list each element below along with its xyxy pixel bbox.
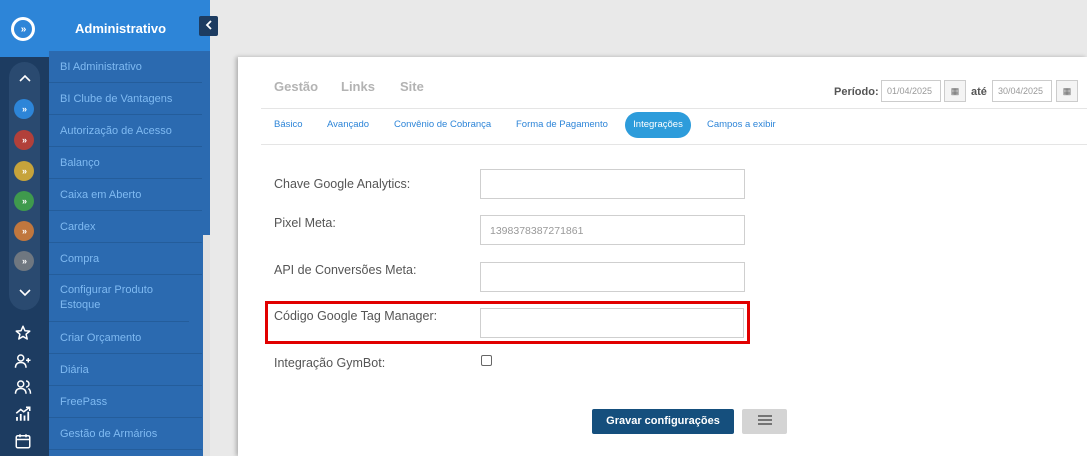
calendar-from-icon[interactable]: ▦ bbox=[944, 80, 966, 102]
menu-scroll-thumb[interactable] bbox=[203, 235, 210, 456]
pixel-input[interactable]: 1398378387271861 bbox=[480, 215, 745, 245]
divider bbox=[261, 108, 1087, 109]
ate-label: até bbox=[971, 86, 987, 98]
module-blue-icon[interactable]: » bbox=[14, 99, 34, 119]
date-to-input[interactable]: 30/04/2025 bbox=[992, 80, 1052, 102]
menu-item-configurar-produto[interactable]: Configurar Produto Estoque bbox=[49, 275, 189, 322]
add-user-icon[interactable] bbox=[14, 352, 34, 372]
rail-header: » bbox=[0, 0, 49, 57]
menu-title: Administrativo bbox=[75, 21, 167, 36]
menu-list: BI Administrativo BI Clube de Vantagens … bbox=[49, 51, 202, 450]
tab-site[interactable]: Site bbox=[400, 79, 424, 94]
menu-item-bi-clube[interactable]: BI Clube de Vantagens bbox=[49, 83, 202, 115]
menu-header: Administrativo bbox=[49, 0, 210, 51]
calendar-icon[interactable] bbox=[14, 432, 34, 452]
side-menu: Administrativo BI Administrativo BI Club… bbox=[49, 0, 210, 456]
menu-item-balanco[interactable]: Balanço bbox=[49, 147, 202, 179]
module-yellow-icon[interactable]: » bbox=[14, 161, 34, 181]
gtm-label: Código Google Tag Manager: bbox=[274, 309, 438, 323]
subtab-basico[interactable]: Básico bbox=[274, 119, 303, 130]
conversoes-input[interactable] bbox=[480, 262, 745, 292]
gtm-input[interactable] bbox=[480, 308, 744, 338]
menu-item-caixa[interactable]: Caixa em Aberto bbox=[49, 179, 202, 211]
module-red-icon[interactable]: » bbox=[14, 130, 34, 150]
menu-item-freepass[interactable]: FreePass bbox=[49, 386, 202, 418]
module-orange-icon[interactable]: » bbox=[14, 221, 34, 241]
app-logo[interactable]: » bbox=[11, 17, 35, 41]
periodo-label: Período: bbox=[834, 86, 879, 98]
divider bbox=[261, 144, 1087, 145]
tab-gestao[interactable]: Gestão bbox=[274, 79, 318, 94]
date-from-input[interactable]: 01/04/2025 bbox=[881, 80, 941, 102]
users-icon[interactable] bbox=[14, 378, 34, 398]
list-icon bbox=[757, 415, 772, 425]
subtab-avancado[interactable]: Avançado bbox=[327, 119, 369, 130]
gymbot-checkbox[interactable] bbox=[481, 355, 492, 366]
tab-links[interactable]: Links bbox=[341, 79, 375, 94]
subtab-campos[interactable]: Campos a exibir bbox=[707, 119, 776, 130]
module-gray-icon[interactable]: » bbox=[14, 251, 34, 271]
subtab-convenio[interactable]: Convênio de Cobrança bbox=[394, 119, 491, 130]
calendar-to-icon[interactable]: ▦ bbox=[1056, 80, 1078, 102]
subtab-forma-pagamento[interactable]: Forma de Pagamento bbox=[516, 119, 608, 130]
save-button[interactable]: Gravar configurações bbox=[592, 409, 734, 434]
chevron-up-icon[interactable] bbox=[9, 70, 40, 85]
conversoes-label: API de Conversões Meta: bbox=[274, 263, 417, 277]
menu-item-bi-administrativo[interactable]: BI Administrativo bbox=[49, 51, 202, 83]
subtab-integracoes[interactable]: Integrações bbox=[625, 112, 691, 138]
logo-mark: » bbox=[14, 20, 32, 38]
menu-item-criar-orcamento[interactable]: Criar Orçamento bbox=[49, 322, 202, 354]
analytics-label: Chave Google Analytics: bbox=[274, 177, 411, 191]
menu-item-diaria[interactable]: Diária bbox=[49, 354, 202, 386]
menu-item-armarios[interactable]: Gestão de Armários bbox=[49, 418, 202, 450]
gymbot-label: Integração GymBot: bbox=[274, 356, 386, 370]
analytics-input[interactable] bbox=[480, 169, 745, 199]
menu-item-cardex[interactable]: Cardex bbox=[49, 211, 202, 243]
collapse-menu-button[interactable] bbox=[199, 16, 218, 36]
menu-item-autorizacao[interactable]: Autorização de Acesso bbox=[49, 115, 202, 147]
menu-item-compra[interactable]: Compra bbox=[49, 243, 202, 275]
chevron-down-icon[interactable] bbox=[9, 285, 40, 300]
module-green-icon[interactable]: » bbox=[14, 191, 34, 211]
pixel-label: Pixel Meta: bbox=[274, 216, 336, 230]
module-rail: » » » » » » » bbox=[0, 0, 49, 456]
star-icon[interactable] bbox=[14, 324, 34, 344]
module-switcher: » » » » » » bbox=[9, 62, 40, 310]
list-button[interactable] bbox=[742, 409, 787, 434]
settings-panel: Gestão Links Site Período: 01/04/2025 ▦ … bbox=[238, 57, 1087, 456]
chart-icon[interactable] bbox=[14, 405, 34, 425]
